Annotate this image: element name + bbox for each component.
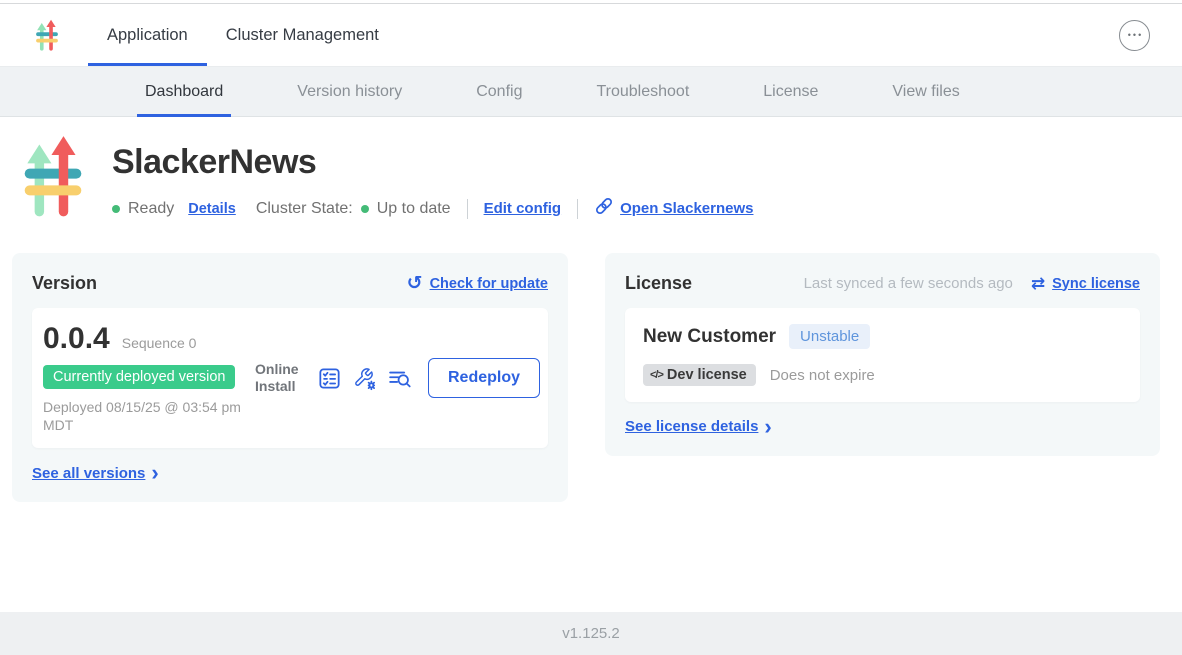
code-icon: </> xyxy=(650,369,663,381)
tab-cluster-management[interactable]: Cluster Management xyxy=(207,4,398,66)
console-version: v1.125.2 xyxy=(562,625,620,642)
install-type-label: Online Install xyxy=(255,361,307,396)
version-number: 0.0.4 xyxy=(43,322,110,356)
see-all-versions-row[interactable]: See all versions › xyxy=(32,464,548,482)
see-license-details-link[interactable]: See license details xyxy=(625,418,758,435)
subnav-item-version-history[interactable]: Version history xyxy=(289,67,410,116)
chevron-right-icon: › xyxy=(151,464,158,482)
deployed-status-badge: Currently deployed version xyxy=(43,365,235,389)
current-version-panel: 0.0.4 Sequence 0 Currently deployed vers… xyxy=(32,308,548,448)
subnav-item-license[interactable]: License xyxy=(755,67,826,116)
tab-application[interactable]: Application xyxy=(88,4,207,66)
version-card-title: Version xyxy=(32,273,97,294)
cluster-state-dot xyxy=(361,205,369,213)
main-nav-tabs: Application Cluster Management xyxy=(88,4,398,66)
app-status-label: Ready xyxy=(128,200,174,218)
license-expiry: Does not expire xyxy=(770,367,875,384)
version-card: Version ↺ Check for update 0.0.4 Sequenc… xyxy=(12,253,568,502)
divider xyxy=(577,199,578,219)
details-link[interactable]: Details xyxy=(188,201,236,217)
license-type-label: Dev license xyxy=(667,367,747,383)
check-update-group[interactable]: ↺ Check for update xyxy=(407,274,548,293)
dashboard-cards: Version ↺ Check for update 0.0.4 Sequenc… xyxy=(12,253,1170,502)
app-status-dot xyxy=(112,205,120,213)
check-for-update-link[interactable]: Check for update xyxy=(430,276,548,292)
page-title: SlackerNews xyxy=(112,143,753,182)
redeploy-button[interactable]: Redeploy xyxy=(428,358,540,398)
see-all-versions-link[interactable]: See all versions xyxy=(32,465,145,482)
app-status-row: Ready Details Cluster State: Up to date … xyxy=(112,196,753,221)
app-subnav: Dashboard Version history Config Trouble… xyxy=(0,67,1182,117)
channel-badge: Unstable xyxy=(789,324,870,349)
sync-license-group[interactable]: ⇄ Sync license xyxy=(1031,275,1140,292)
ellipsis-icon: ••• xyxy=(1128,30,1143,40)
refresh-icon: ↺ xyxy=(407,274,423,293)
open-app-link[interactable]: Open Slackernews xyxy=(620,200,753,217)
customer-name: New Customer xyxy=(643,326,776,348)
license-type-badge: </> Dev license xyxy=(643,364,756,386)
link-chain-icon xyxy=(594,196,614,221)
deployed-timestamp: Deployed 08/15/25 @ 03:54 pm MDT xyxy=(43,398,255,434)
app-icon xyxy=(20,134,86,220)
subnav-item-troubleshoot[interactable]: Troubleshoot xyxy=(588,67,697,116)
subnav-item-config[interactable]: Config xyxy=(468,67,530,116)
deploy-logs-icon[interactable] xyxy=(387,366,412,391)
cluster-state-value: Up to date xyxy=(377,200,451,218)
subnav-item-dashboard[interactable]: Dashboard xyxy=(137,67,231,116)
app-logo-icon[interactable] xyxy=(33,4,61,66)
sync-icon: ⇄ xyxy=(1031,275,1045,292)
edit-config-link[interactable]: Edit config xyxy=(484,200,562,217)
license-detail-panel: New Customer Unstable </> Dev license Do… xyxy=(625,308,1140,402)
see-license-details-row[interactable]: See license details › xyxy=(625,418,1140,436)
subnav-item-view-files[interactable]: View files xyxy=(884,67,967,116)
license-card: License Last synced a few seconds ago ⇄ … xyxy=(605,253,1160,456)
last-synced-label: Last synced a few seconds ago xyxy=(804,275,1013,292)
open-app-link-group[interactable]: Open Slackernews xyxy=(594,196,753,221)
overflow-menu-button[interactable]: ••• xyxy=(1119,20,1150,51)
chevron-right-icon: › xyxy=(764,418,771,436)
sync-license-link[interactable]: Sync license xyxy=(1052,276,1140,292)
app-header: SlackerNews Ready Details Cluster State:… xyxy=(0,117,1182,221)
main-nav: Application Cluster Management ••• xyxy=(0,4,1182,67)
cluster-state-label: Cluster State: xyxy=(256,200,353,218)
edit-config-wrench-icon[interactable] xyxy=(352,366,377,391)
license-card-title: License xyxy=(625,273,692,294)
preflight-checks-icon[interactable] xyxy=(317,366,342,391)
console-footer: v1.125.2 xyxy=(0,612,1182,655)
divider xyxy=(467,199,468,219)
sequence-label: Sequence 0 xyxy=(122,335,197,351)
